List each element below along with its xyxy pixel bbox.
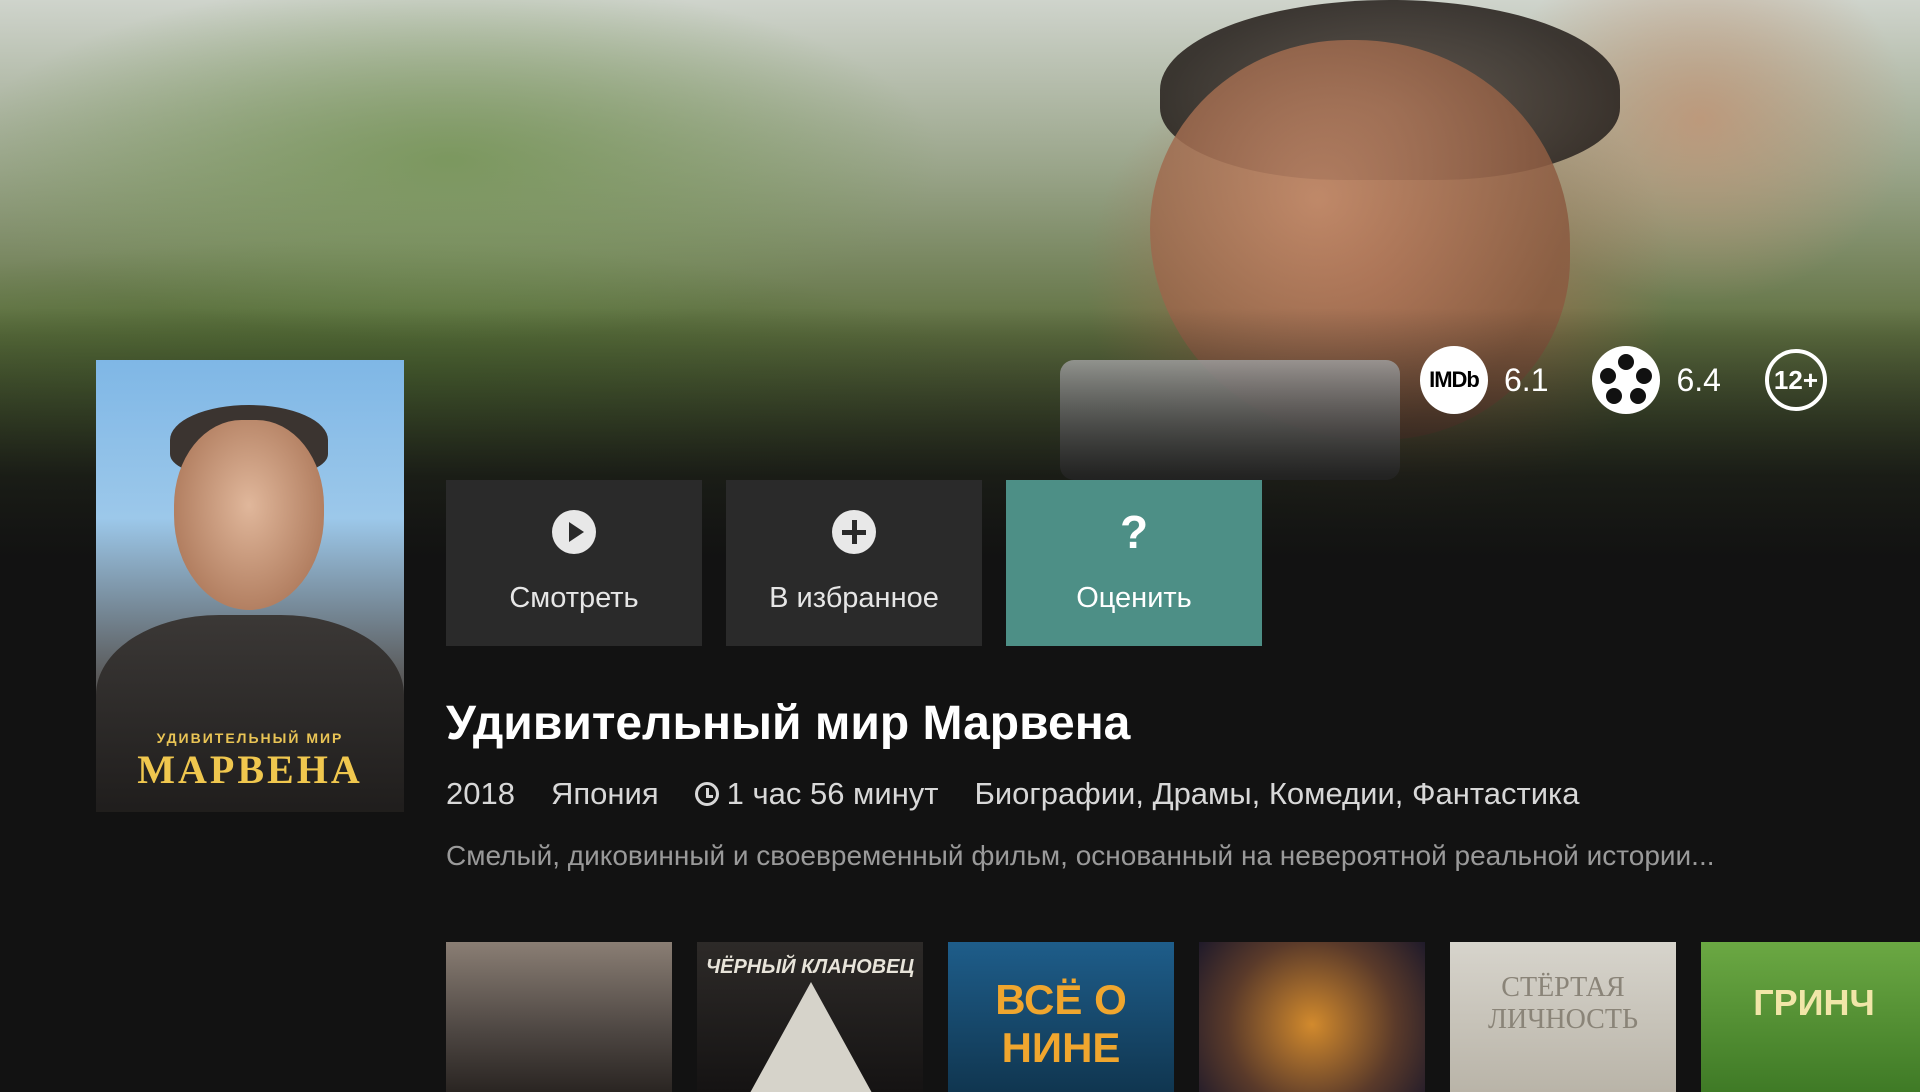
movie-meta: 2018 Япония 1 час 56 минут Биографии, Др… [446,776,1580,812]
related-movie-card[interactable] [1199,942,1425,1092]
movie-title: Удивительный мир Марвена [446,697,1131,750]
watch-button[interactable]: Смотреть [446,480,702,646]
related-movie-title: ЧЁРНЫЙ КЛАНОВЕЦ [705,956,915,978]
poster-figure-face [174,420,324,610]
plus-icon [832,510,876,554]
question-mark-icon: ? [1119,506,1149,558]
related-movie-title: ВСЁ О НИНЕ [995,976,1127,1071]
movie-poster: УДИВИТЕЛЬНЫЙ МИР МАРВЕНА [96,360,404,812]
movie-year: 2018 [446,776,515,811]
poster-title-small: УДИВИТЕЛЬНЫЙ МИР [156,730,344,746]
rate-button-label: Оценить [1076,582,1192,614]
related-movie-title: ГРИНЧ [1753,982,1875,1023]
movie-description: Смелый, диковинный и своевременный фильм… [446,840,1715,871]
age-rating-badge: 12+ [1764,349,1827,411]
movie-country: Япония [550,776,659,811]
play-icon [552,510,596,554]
ratings-bar: IMDb 6.1 6.4 12+ [1420,344,1827,416]
poster-triangle-shape [745,982,877,1092]
action-buttons: Смотреть В избранное ? Оценить [446,480,1286,646]
related-movie-card[interactable]: ЧЁРНЫЙ КЛАНОВЕЦ [697,942,923,1092]
related-movie-card[interactable]: ВСЁ О НИНЕ [948,942,1174,1092]
kinopoisk-film-reel-icon [1592,346,1661,414]
related-movie-title: СТЁРТАЯ ЛИЧНОСТЬ [1487,972,1639,1035]
poster-title-big: МАРВЕНА [137,747,363,792]
related-movie-card[interactable]: СТЁРТАЯ ЛИЧНОСТЬ [1450,942,1676,1092]
add-to-favorites-button[interactable]: В избранное [726,480,982,646]
rate-button[interactable]: ? Оценить [1006,480,1262,646]
clock-icon [694,782,719,806]
imdb-icon: IMDb [1420,346,1488,414]
related-movie-card[interactable] [446,942,672,1092]
imdb-rating: 6.1 [1504,361,1549,398]
kinopoisk-rating: 6.4 [1676,361,1721,398]
related-movies-row: ЧЁРНЫЙ КЛАНОВЕЦ ВСЁ О НИНЕ СТЁРТАЯ ЛИЧНО… [446,942,1920,1092]
watch-button-label: Смотреть [509,582,639,614]
movie-genres: Биографии, Драмы, Комедии, Фантастика [974,776,1580,811]
favorites-button-label: В избранное [769,582,939,614]
movie-duration: 1 час 56 минут [726,776,939,811]
related-movie-card[interactable]: ГРИНЧ [1701,942,1920,1092]
